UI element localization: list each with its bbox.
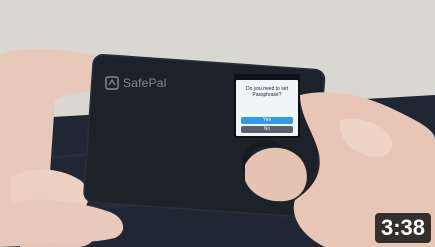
brand-label: SafePal xyxy=(123,76,167,90)
safepal-logo-icon xyxy=(105,76,119,90)
screen-prompt: Do you need to set Passphrase? xyxy=(246,86,288,98)
screen-no-button: No xyxy=(241,126,293,133)
screen-yes-button: Yes xyxy=(241,117,293,124)
photo-scene xyxy=(0,0,435,247)
video-duration-badge: 3:38 xyxy=(374,213,431,243)
video-thumbnail[interactable]: SafePal Do you need to set Passphrase? Y… xyxy=(0,0,435,247)
safepal-logo: SafePal xyxy=(105,76,166,90)
